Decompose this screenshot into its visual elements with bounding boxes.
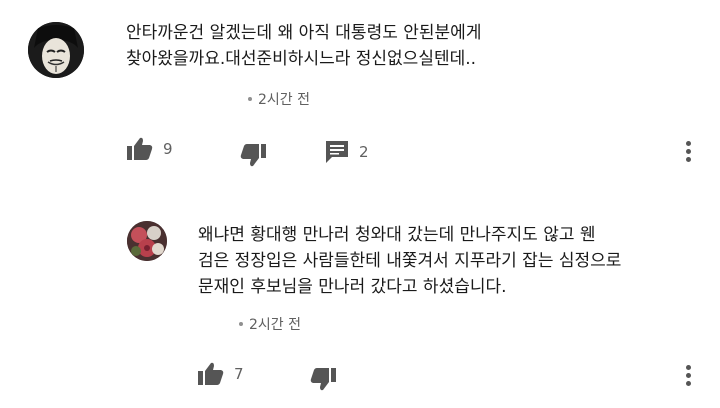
comment-text-line: 검은 정장입은 사람들한테 내쫓겨서 지푸라기 잡는 심정으로: [198, 251, 622, 271]
comment-2: 왜냐면 황대행 만나러 청와대 갔는데 만나주지도 않고 웬 검은 정장입은 사…: [0, 200, 720, 408]
thumbs-down-icon: [310, 367, 336, 391]
separator-dot: [239, 322, 243, 326]
like-count: 7: [234, 365, 244, 383]
more-dot: [685, 157, 691, 162]
more-options-button[interactable]: [683, 365, 693, 389]
like-count: 9: [163, 140, 173, 158]
thumbs-down-icon: [240, 143, 266, 167]
more-dot: [685, 141, 691, 146]
like-button[interactable]: 7: [198, 362, 244, 386]
guy-fawkes-mask-icon: [28, 22, 84, 78]
like-button[interactable]: 9: [127, 137, 173, 161]
more-dot: [685, 381, 691, 386]
reply-button[interactable]: 2: [325, 140, 369, 164]
comment-text: 안타까운건 알겠는데 왜 아직 대통령도 안된분에게 찾아왔을까요.대선준비하시…: [126, 20, 481, 72]
more-dot: [685, 365, 691, 370]
more-options-button[interactable]: [683, 141, 693, 165]
dislike-button[interactable]: [310, 367, 336, 391]
comment-icon: [325, 140, 349, 164]
comment-text-line: 찾아왔을까요.대선준비하시느라 정신없으실텐데..: [126, 49, 477, 69]
comment-timestamp: 2시간 전: [248, 89, 310, 109]
more-dot: [685, 373, 691, 378]
comment-text-line: 안타까운건 알겠는데 왜 아직 대통령도 안된분에게: [126, 23, 482, 43]
comment-timestamp: 2시간 전: [239, 314, 301, 334]
timestamp-text: 2시간 전: [249, 317, 301, 333]
flower-icon: [127, 221, 167, 261]
comment-text-line: 문재인 후보님을 만나러 갔다고 하셨습니다.: [198, 277, 507, 297]
comment-1: 안타까운건 알겠는데 왜 아직 대통령도 안된분에게 찾아왔을까요.대선준비하시…: [0, 0, 720, 200]
thumbs-up-icon: [127, 137, 153, 161]
comment-text-line: 왜냐면 황대행 만나러 청와대 갔는데 만나주지도 않고 웬: [198, 225, 596, 245]
separator-dot: [248, 97, 252, 101]
avatar[interactable]: [127, 221, 167, 261]
comment-text: 왜냐면 황대행 만나러 청와대 갔는데 만나주지도 않고 웬 검은 정장입은 사…: [198, 222, 621, 300]
thumbs-up-icon: [198, 362, 224, 386]
timestamp-text: 2시간 전: [258, 92, 310, 108]
avatar[interactable]: [28, 22, 84, 78]
reply-count: 2: [359, 143, 369, 161]
dislike-button[interactable]: [240, 143, 266, 167]
more-dot: [685, 149, 691, 154]
